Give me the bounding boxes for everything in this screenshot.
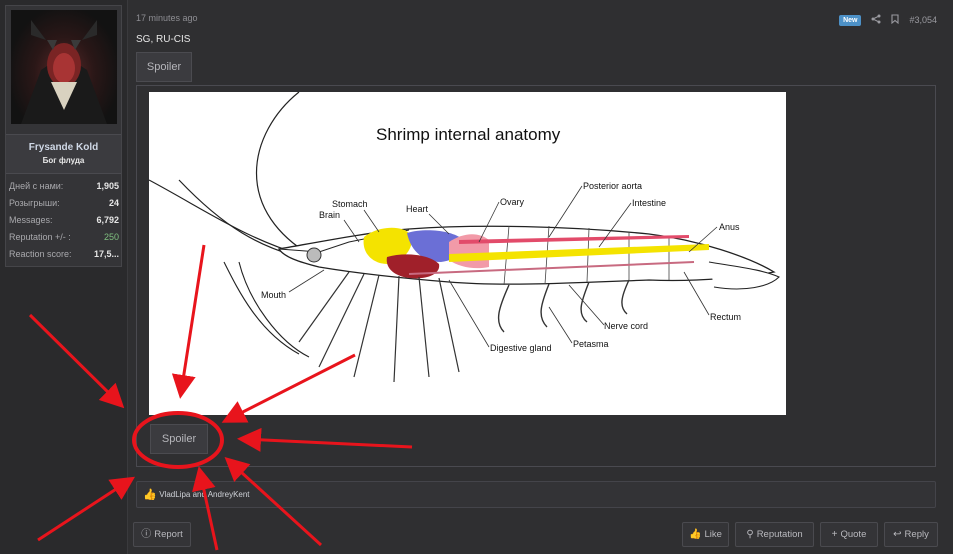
stat-reaction-score: Reaction score: 17,5... <box>9 246 119 263</box>
label-nerve-cord: Nerve cord <box>604 321 648 331</box>
reactions-text[interactable]: VladLipa and AndreyKent <box>159 490 249 499</box>
stat-reputation: Reputation +/- : 250 <box>9 229 119 246</box>
quote-label: Quote <box>840 529 867 540</box>
new-badge: New <box>839 14 862 26</box>
search-icon: ⚲ <box>746 529 754 540</box>
label-mouth: Mouth <box>261 290 286 300</box>
report-button[interactable]: ⓘ Report <box>133 522 191 547</box>
label-brain: Brain <box>319 210 340 220</box>
reputation-label: Reputation <box>756 529 803 540</box>
stat-label: Розыгрыши: <box>9 198 60 208</box>
label-heart: Heart <box>406 204 429 214</box>
stat-value: 17,5... <box>93 249 119 259</box>
reactions-bar[interactable]: 👍 VladLipa and AndreyKent <box>136 481 936 508</box>
like-label: Like <box>704 529 722 540</box>
shrimp-anatomy-image: Shrimp internal anatomy Stomach Brain He… <box>148 91 786 415</box>
like-button[interactable]: 👍 Like <box>682 522 729 547</box>
stat-value: 250 <box>103 232 119 242</box>
reputation-button[interactable]: ⚲ Reputation <box>735 522 814 547</box>
stat-days: Дней с нами: 1,905 <box>9 178 119 195</box>
stat-giveaways: Розыгрыши: 24 <box>9 195 119 212</box>
reply-icon: ↩ <box>893 529 902 540</box>
user-column: Frysande Kold Бог флуда Дней с нами: 1,9… <box>0 0 128 554</box>
like-icon: 👍 <box>689 529 702 540</box>
stat-value: 1,905 <box>96 181 119 191</box>
quote-button[interactable]: + Quote <box>820 522 878 547</box>
share-icon[interactable] <box>871 14 881 26</box>
post-number[interactable]: #3,054 <box>909 15 937 25</box>
user-title: Бог флуда <box>42 156 85 165</box>
stat-label: Reaction score: <box>9 249 72 259</box>
stat-label: Messages: <box>9 215 53 225</box>
stat-messages: Messages: 6,792 <box>9 212 119 229</box>
stat-value: 24 <box>108 198 119 208</box>
user-name-box: Frysande Kold Бог флуда <box>6 134 121 174</box>
thumbs-up-icon: 👍 <box>143 489 157 501</box>
post-actions: New #3,054 <box>839 14 937 26</box>
spoiler-button-bottom[interactable]: Spoiler <box>150 424 208 454</box>
bookmark-icon[interactable] <box>891 14 900 26</box>
stat-label: Дней с нами: <box>9 181 64 191</box>
reply-button[interactable]: ↩ Reply <box>884 522 938 547</box>
reply-label: Reply <box>904 529 929 540</box>
avatar[interactable] <box>11 10 117 124</box>
report-label: Report <box>154 529 183 540</box>
diagram-title: Shrimp internal anatomy <box>376 125 561 144</box>
label-intestine: Intestine <box>632 198 666 208</box>
user-card: Frysande Kold Бог флуда Дней с нами: 1,9… <box>5 5 122 267</box>
label-posterior-aorta: Posterior aorta <box>583 181 642 191</box>
label-rectum: Rectum <box>710 312 741 322</box>
username[interactable]: Frysande Kold <box>6 142 121 153</box>
report-icon: ⓘ <box>141 529 152 540</box>
plus-icon: + <box>831 529 838 540</box>
spoiler-button-top[interactable]: Spoiler <box>136 52 192 82</box>
post-timestamp[interactable]: 17 minutes ago <box>136 13 198 23</box>
label-anus: Anus <box>719 222 740 232</box>
post-subject: SG, RU-CIS <box>136 34 191 45</box>
label-ovary: Ovary <box>500 197 525 207</box>
label-stomach: Stomach <box>332 199 368 209</box>
stat-value[interactable]: 6,792 <box>96 212 119 229</box>
label-digestive-gland: Digestive gland <box>490 343 552 353</box>
user-stats: Дней с нами: 1,905 Розыгрыши: 24 Message… <box>9 178 119 263</box>
label-petasma: Petasma <box>573 339 609 349</box>
stat-label: Reputation +/- : <box>9 232 71 242</box>
